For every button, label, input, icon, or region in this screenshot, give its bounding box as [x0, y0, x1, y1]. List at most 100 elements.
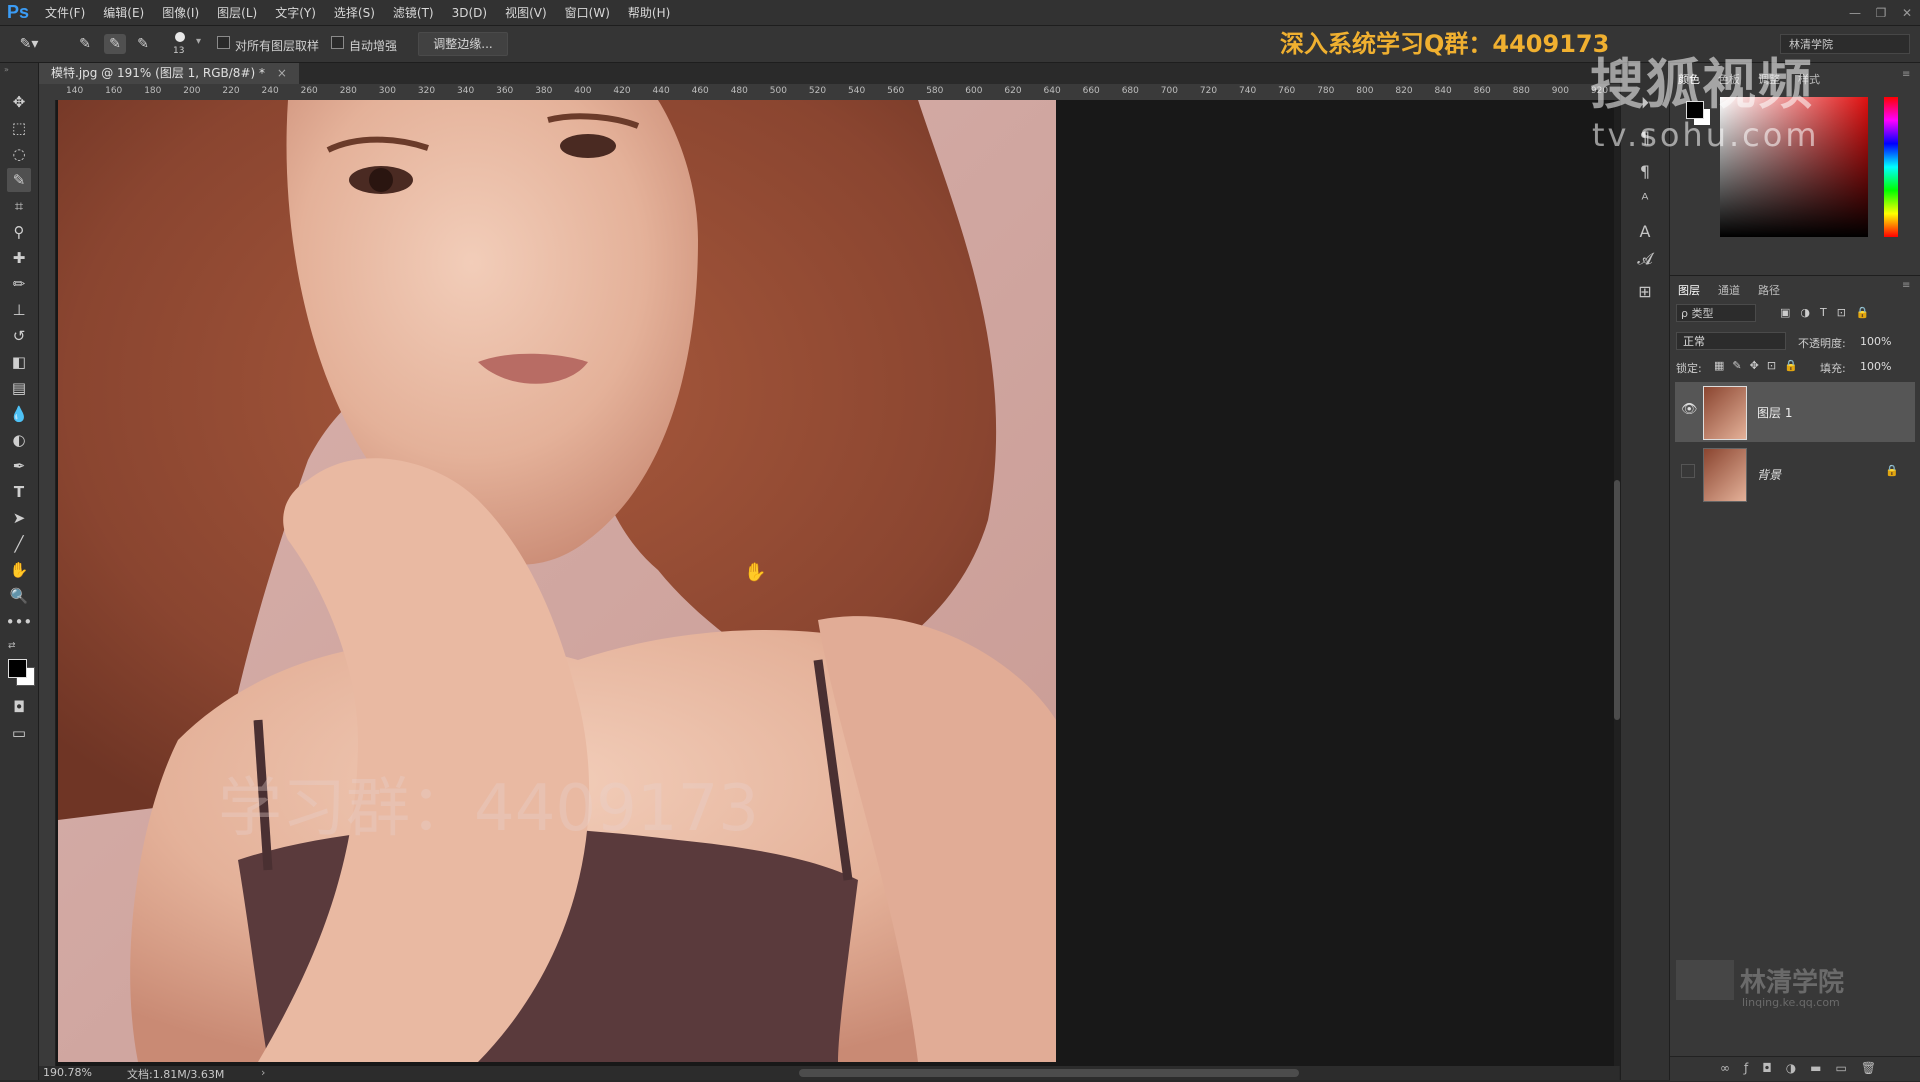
type-icon[interactable]: T — [7, 480, 31, 504]
lock-icon: 🔒 — [1885, 464, 1899, 477]
ruler-tick-label: 560 — [887, 86, 905, 96]
menu-filter[interactable]: 滤镜(T) — [384, 4, 443, 21]
zoom-icon[interactable]: 🔍 — [7, 584, 31, 608]
glyphs-icon[interactable]: 𝓐 — [1633, 247, 1657, 271]
menu-help[interactable]: 帮助(H) — [619, 4, 679, 21]
menu-edit[interactable]: 编辑(E) — [94, 4, 153, 21]
visibility-toggle[interactable] — [1681, 464, 1695, 478]
crop-icon[interactable]: ⌗ — [7, 194, 31, 218]
swap-colors-icon[interactable]: ⇄ — [8, 641, 16, 651]
screen-mode-icon[interactable]: ▭ — [7, 721, 31, 745]
brush-icon[interactable]: ✏ — [7, 272, 31, 296]
layer-filter-select[interactable]: ρ 类型 — [1676, 304, 1756, 322]
restore-button[interactable]: ❐ — [1868, 6, 1894, 20]
eye-icon[interactable]: 👁 — [1681, 402, 1698, 417]
tab-layers[interactable]: 图层 — [1678, 282, 1700, 298]
canvas-area[interactable]: 学习群：4409173 ✋ — [56, 100, 1620, 1066]
menu-layer[interactable]: 图层(L) — [208, 4, 266, 21]
status-menu-arrow-icon[interactable]: › — [261, 1066, 265, 1079]
chevron-down-icon[interactable]: ▾ — [196, 36, 201, 47]
history-brush-icon[interactable]: ↺ — [7, 324, 31, 348]
move-icon[interactable]: ✥ — [7, 90, 31, 114]
menu-window[interactable]: 窗口(W) — [556, 4, 619, 21]
menu-3d[interactable]: 3D(D) — [443, 6, 496, 20]
opacity-value[interactable]: 100% — [1860, 335, 1891, 348]
panel-menu-icon[interactable]: ≡ — [1902, 69, 1910, 80]
ruler-tick-label: 840 — [1434, 86, 1452, 96]
close-window-button[interactable]: ✕ — [1894, 6, 1920, 20]
stamp-icon[interactable]: ⊥ — [7, 298, 31, 322]
document-tab[interactable]: 模特.jpg @ 191% (图层 1, RGB/8#) * × — [39, 63, 299, 84]
foreground-color-swatch[interactable] — [8, 659, 27, 678]
line-icon[interactable]: ╱ — [7, 532, 31, 556]
horizontal-scroll-thumb[interactable] — [799, 1069, 1299, 1077]
refine-edge-button[interactable]: 调整边缘... — [418, 32, 508, 56]
academy-watermark: 林清学院 — [1740, 968, 1845, 998]
tool-preset-icon[interactable]: ✎▾ — [18, 34, 40, 54]
eraser-icon[interactable]: ◧ — [7, 350, 31, 374]
menu-bar: Ps 文件(F) 编辑(E) 图像(I) 图层(L) 文字(Y) 选择(S) 滤… — [0, 0, 1920, 26]
blend-mode-select[interactable]: 正常 — [1676, 332, 1786, 350]
layer-name[interactable]: 背景 — [1757, 466, 1781, 483]
vertical-ruler — [39, 100, 56, 1066]
ruler-tick-label: 740 — [1239, 86, 1257, 96]
ruler-tick-label: 340 — [457, 86, 475, 96]
toolbox: » ✥ ⬚ ◌ ✎ ⌗ ⚲ ✚ ✏ ⊥ ↺ ◧ ▤ 💧 ◐ ✒ T ➤ ╱ ✋ … — [0, 63, 39, 1080]
hand-icon[interactable]: ✋ — [7, 558, 31, 582]
marquee-icon[interactable]: ⬚ — [7, 116, 31, 140]
eyedropper-icon[interactable]: ⚲ — [7, 220, 31, 244]
sample-all-layers-label: 对所有图层取样 — [235, 39, 320, 53]
add-selection-brush-icon[interactable]: ✎ — [104, 34, 126, 54]
healing-icon[interactable]: ✚ — [7, 246, 31, 270]
ruler-tick-label: 420 — [613, 86, 631, 96]
layer-filter-icons[interactable]: ▣◑T⊡🔒 — [1780, 306, 1880, 319]
properties-icon[interactable]: ⊞ — [1633, 279, 1657, 303]
collapse-icon[interactable]: » — [4, 65, 9, 74]
menu-select[interactable]: 选择(S) — [325, 4, 384, 21]
sample-all-layers-checkbox[interactable] — [217, 36, 230, 49]
quick-mask-icon[interactable]: ◘ — [7, 695, 31, 719]
character-icon[interactable]: A — [1633, 219, 1657, 243]
fill-value[interactable]: 100% — [1860, 360, 1891, 373]
character-style-icon[interactable]: ᴬ — [1633, 187, 1657, 211]
ruler-tick-label: 140 — [66, 86, 84, 96]
layer-row-1[interactable]: 👁 图层 1 — [1675, 382, 1915, 442]
close-tab-icon[interactable]: × — [277, 66, 287, 80]
menu-view[interactable]: 视图(V) — [496, 4, 556, 21]
pen-icon[interactable]: ✒ — [7, 454, 31, 478]
tab-channels[interactable]: 通道 — [1718, 282, 1740, 298]
document-tab-bar: 模特.jpg @ 191% (图层 1, RGB/8#) * × — [39, 63, 1619, 84]
paragraph-style-icon[interactable]: ¶ — [1633, 159, 1657, 183]
ruler-tick-label: 240 — [261, 86, 279, 96]
blur-icon[interactable]: 💧 — [7, 402, 31, 426]
color-fg-swatch[interactable] — [1686, 101, 1704, 119]
path-select-icon[interactable]: ➤ — [7, 506, 31, 530]
subtract-selection-brush-icon[interactable]: ✎ — [132, 34, 154, 54]
layer-name[interactable]: 图层 1 — [1757, 404, 1792, 421]
hue-slider[interactable] — [1884, 97, 1898, 237]
minimize-button[interactable]: — — [1842, 6, 1868, 20]
gradient-icon[interactable]: ▤ — [7, 376, 31, 400]
ruler-tick-label: 400 — [574, 86, 592, 96]
more-icon[interactable]: ••• — [6, 610, 33, 634]
lock-icons[interactable]: ▦✎✥⊡🔒 — [1714, 359, 1806, 372]
menu-type[interactable]: 文字(Y) — [266, 4, 325, 21]
panel-icon-strip: ⏵ ¶ ¶ ᴬ A 𝓐 ⊞ — [1620, 63, 1670, 1080]
layers-menu-icon[interactable]: ≡ — [1902, 280, 1910, 291]
tab-paths[interactable]: 路径 — [1758, 282, 1780, 298]
ruler-tick-label: 580 — [926, 86, 944, 96]
quick-select-icon[interactable]: ✎ — [7, 168, 31, 192]
layer-actions-icons[interactable]: ∞ƒ◘◑▬▭🗑 — [1720, 1061, 1890, 1075]
zoom-level[interactable]: 190.78% — [43, 1066, 92, 1079]
canvas-watermark: 学习群：4409173 — [218, 772, 759, 846]
new-selection-brush-icon[interactable]: ✎ — [74, 34, 96, 54]
ruler-tick-label: 820 — [1395, 86, 1413, 96]
menu-file[interactable]: 文件(F) — [36, 4, 94, 21]
auto-enhance-checkbox[interactable] — [331, 36, 344, 49]
brush-preview-icon[interactable] — [175, 32, 185, 42]
document-title: 模特.jpg @ 191% (图层 1, RGB/8#) * — [51, 66, 265, 80]
menu-image[interactable]: 图像(I) — [153, 4, 208, 21]
layer-row-background[interactable]: 背景 🔒 — [1675, 444, 1915, 504]
lasso-icon[interactable]: ◌ — [7, 142, 31, 166]
dodge-icon[interactable]: ◐ — [7, 428, 31, 452]
